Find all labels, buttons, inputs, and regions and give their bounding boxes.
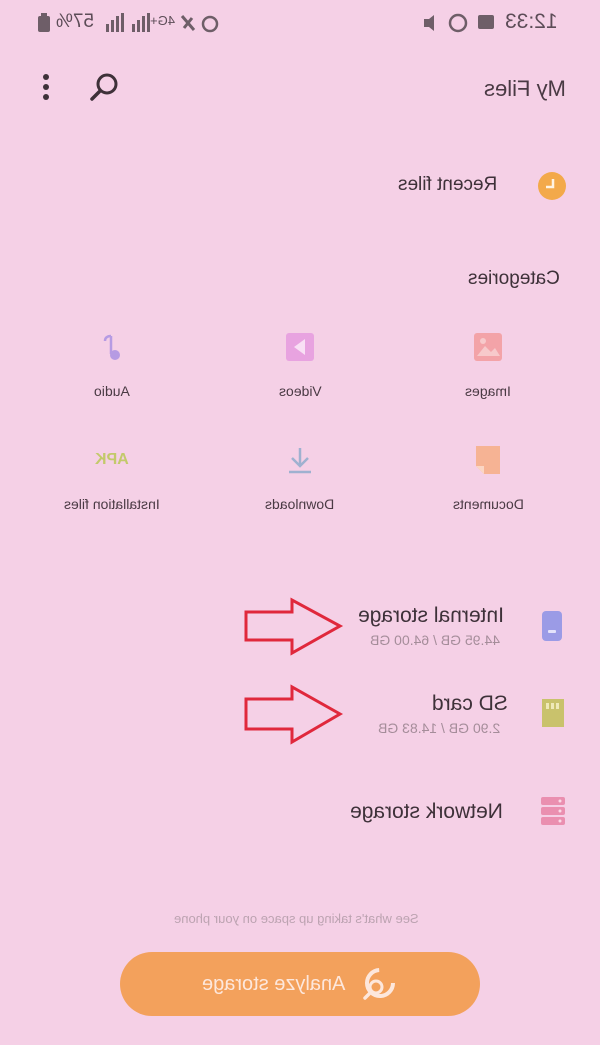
status-bar: 12:33 57% 4G+ [0,0,600,46]
more-options-icon[interactable] [38,72,54,102]
video-icon [278,325,322,369]
battery-icon [38,13,50,32]
download-icon [278,438,322,482]
analyze-storage-label: Analyze storage [202,972,346,995]
phone-storage-icon [542,611,562,641]
category-label-images: Images [465,383,511,399]
category-label-downloads: Downloads [265,496,335,512]
audio-icon [90,325,134,369]
image-icon [466,325,510,369]
analyze-storage-icon [362,968,395,1000]
network-storage-row[interactable]: Network storage [340,790,580,834]
storage-hint: See what's taking up space on your phone [174,911,419,926]
category-label-installation-files: Installation files [64,496,160,512]
document-icon [466,438,510,482]
sd-card-usage: 2.90 GB / 14.83 GB [378,720,501,736]
sd-card-row[interactable]: SD card 2.90 GB / 14.83 GB [340,688,580,748]
recent-files-label: Recent files [398,174,498,195]
sd-card-icon [542,699,564,727]
apk-icon: APK [95,451,129,468]
category-label-videos: Videos [278,383,322,399]
search-icon[interactable] [88,70,122,104]
battery-percent: 57% [56,11,95,32]
status-notification-icons [424,13,494,33]
categories-heading: Categories [468,268,560,289]
status-time: 12:33 [505,10,558,33]
sd-card-name: SD card [432,692,508,715]
category-images[interactable]: Images [408,325,568,410]
red-arrow-annotation-sd [244,684,344,745]
category-downloads[interactable]: Downloads [220,438,380,523]
red-arrow-annotation-internal [244,597,344,656]
network-storage-icon [541,797,565,825]
clock-icon [538,172,566,200]
network-storage-name: Network storage [350,800,503,823]
category-audio[interactable]: Audio [32,325,192,410]
category-label-documents: Documents [452,496,524,512]
category-videos[interactable]: Videos [220,325,380,410]
category-installation-files[interactable]: APK Installation files [32,438,192,523]
recent-files-row[interactable]: Recent files [380,160,580,210]
network-type: 4G+ [150,13,175,28]
internal-storage-row[interactable]: Internal storage 44.95 GB / 64.00 GB [340,600,580,660]
category-label-audio: Audio [94,383,130,399]
analyze-storage-button[interactable]: Analyze storage [120,952,480,1016]
internal-storage-name: Internal storage [358,604,504,627]
internal-storage-usage: 44.95 GB / 64.00 GB [370,632,500,648]
category-documents[interactable]: Documents [408,438,568,523]
page-title: My Files [484,76,566,101]
